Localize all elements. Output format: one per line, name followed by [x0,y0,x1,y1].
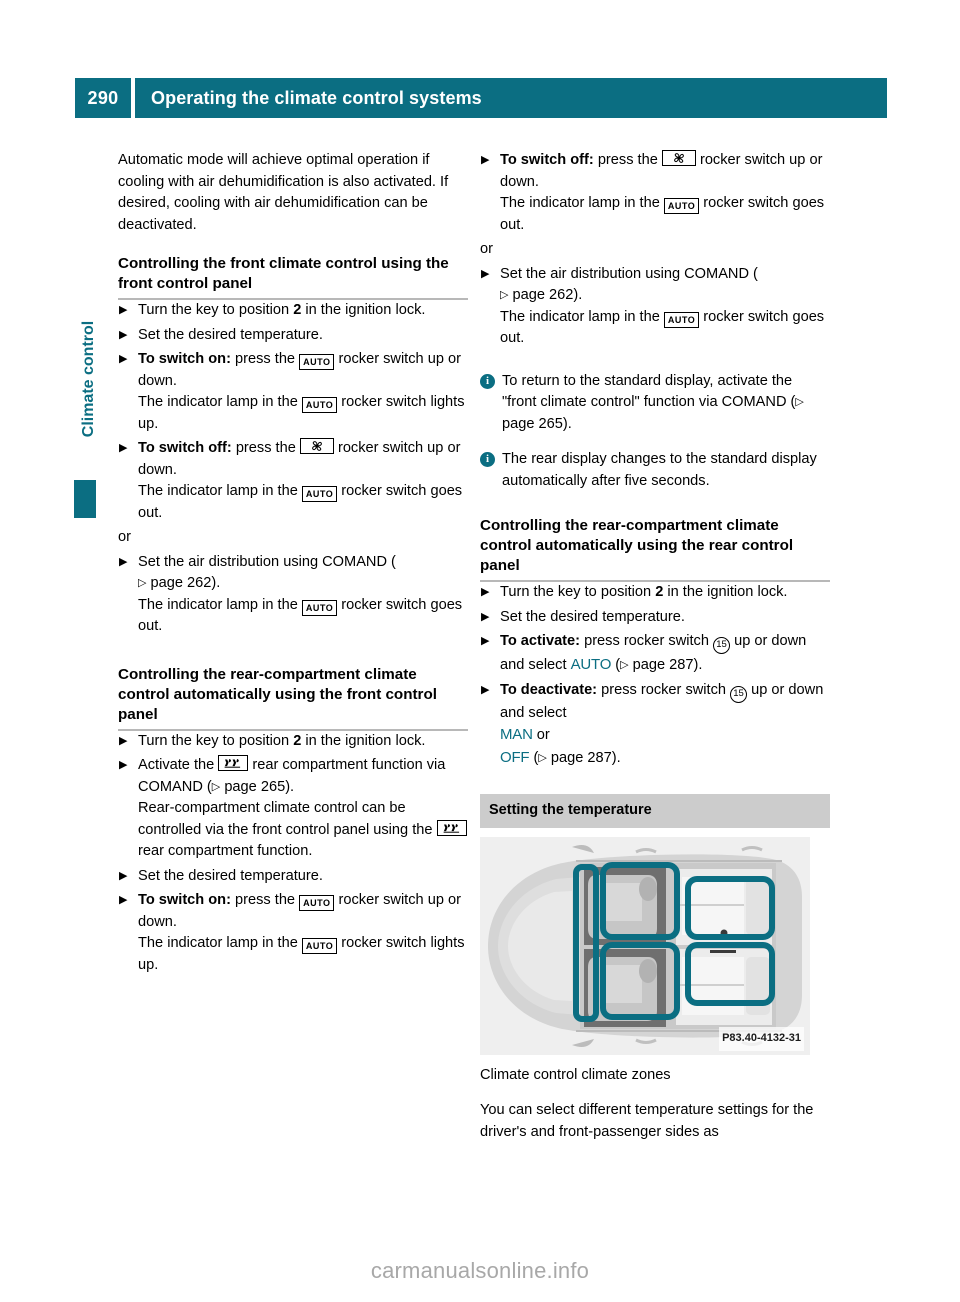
rear-compartment-symbol-icon [436,819,467,836]
page-ref-arrow-icon: ▷ [795,396,804,408]
display-word-off: OFF [500,748,530,766]
step-marker-icon: ▶ [481,586,490,598]
step-marker-icon: ▶ [119,869,128,882]
page-number: 290 [75,78,131,118]
auto-symbol-icon: AUTO [301,599,338,616]
fan-symbol-icon [661,150,696,166]
step-marker-icon: ▶ [119,894,128,906]
steps-continued-front: ▶ To switch off: press the rocker switch … [480,150,830,236]
steps-rear-via-front: ▶ Turn the key to position 2 in the ignit… [118,731,468,977]
step-marker-icon: ▶ [481,635,490,647]
auto-symbol-icon: AUTO [663,198,700,214]
step-deactivate: ▶ To deactivate: press rocker switch 15 u… [480,680,830,770]
steps-continued-front-alt: ▶ Set the air distribution using COMAND (… [480,264,830,350]
figure-title-setting-temperature: Setting the temperature [480,794,830,828]
step-turn-key: ▶ Turn the key to position 2 in the ignit… [480,582,830,604]
page-ref-arrow-icon: ▷ [500,289,509,301]
step-marker-icon: ▶ [119,328,128,341]
steps-front-climate: ▶ Turn the key to position 2 in the ignit… [118,300,468,524]
figure-code: P83.40-4132-31 [719,1027,804,1051]
step-turn-key: ▶ Turn the key to position 2 in the ignit… [118,300,468,322]
intro-paragraph: Automatic mode will achieve optimal oper… [118,152,449,233]
step-marker-icon: ▶ [119,353,128,365]
auto-symbol-icon: AUTO [301,938,338,954]
step-switch-on: ▶ To switch on: press the AUTO rocker swi… [119,892,465,973]
chapter-label: Climate control [80,320,97,438]
fan-symbol-icon [299,438,334,454]
section-heading-rear-via-rear: Controlling the rear-compartment climate… [480,516,830,582]
page-ref-arrow-icon: ▷ [138,577,147,589]
step-marker-icon: ▶ [119,555,128,568]
step-marker-icon: ▶ [481,683,490,696]
step-set-temperature: ▶ Set the desired temperature. [480,607,830,629]
auto-symbol-icon: AUTO [663,311,700,328]
info-icon: i [480,373,495,389]
site-watermark: carmanualsonline.info [370,1258,590,1283]
steps-rear-via-rear: ▶ Turn the key to position 2 in the ignit… [480,582,830,769]
step-marker-icon: ▶ [481,267,490,280]
step-marker-icon: ▶ [119,304,128,316]
page-ref-arrow-icon: ▷ [620,659,629,671]
page-ref-arrow-icon: ▷ [538,751,547,764]
step-marker-icon: ▶ [119,759,128,771]
step-set-temperature: ▶ Set the desired temperature. [118,866,468,888]
display-word-auto: AUTO [570,656,612,673]
step-air-distribution: ▶ Set the air distribution using COMAND (… [481,265,825,347]
callout-number-15: 15 [730,685,748,703]
figure-caption: Climate control climate zones [480,1066,671,1083]
section-heading-front-climate: Controlling the front climate control us… [118,254,468,300]
step-marker-icon: ▶ [119,442,128,454]
step-air-distribution: ▶ Set the air distribution using COMAND (… [119,553,463,635]
step-turn-key: ▶ Turn the key to position 2 in the ignit… [118,731,468,753]
step-set-temperature: ▶ Set the desired temperature. [118,325,468,347]
step-switch-on: ▶ To switch on: press the AUTO rocker swi… [119,351,465,432]
display-word-man: MAN [500,726,533,743]
or-separator: or [118,529,131,545]
auto-symbol-icon: AUTO [301,397,338,413]
auto-symbol-icon: AUTO [299,354,335,370]
info-icon: i [480,452,495,467]
step-switch-off: ▶ To switch off: press the rocker switch … [481,150,825,233]
auto-symbol-icon: AUTO [299,895,335,911]
or-separator: or [480,241,493,257]
page-header: 290 Operating the climate control system… [75,78,887,118]
info-note-2: i The rear display changes to the standar… [480,449,830,492]
info-note-1: i To return to the standard display, acti… [480,371,830,436]
step-activate: ▶ To activate: press rocker switch 15 up … [480,631,830,677]
auto-symbol-icon: AUTO [301,486,338,502]
step-marker-icon: ▶ [481,610,490,623]
step-switch-off: ▶ To switch off: press the rocker switch … [119,438,463,521]
car-top-view-diagram [480,836,810,1055]
section-heading-rear-via-front: Controlling the rear-compartment climate… [118,665,468,731]
step-activate-rear-function: ▶ Activate the rear compartment function … [118,755,468,863]
page-ref-arrow-icon: ▷ [211,780,221,793]
callout-number-15: 15 [713,637,731,654]
figure-climate-zones: P83.40-4132-31 [480,836,810,1055]
right-column: ▶ To switch off: press the rocker switch … [480,150,830,1143]
steps-front-climate-alt: ▶ Set the air distribution using COMAND (… [118,552,468,638]
chapter-tab-marker [74,480,96,518]
chapter-side-tab: Climate control [74,298,98,518]
rear-compartment-symbol-icon [218,755,249,771]
left-column: Automatic mode will achieve optimal oper… [118,150,468,979]
step-marker-icon: ▶ [119,734,128,747]
closing-paragraph: You can select different temperature set… [480,1102,814,1140]
step-marker-icon: ▶ [481,154,490,166]
page-title: Operating the climate control systems [135,78,887,118]
